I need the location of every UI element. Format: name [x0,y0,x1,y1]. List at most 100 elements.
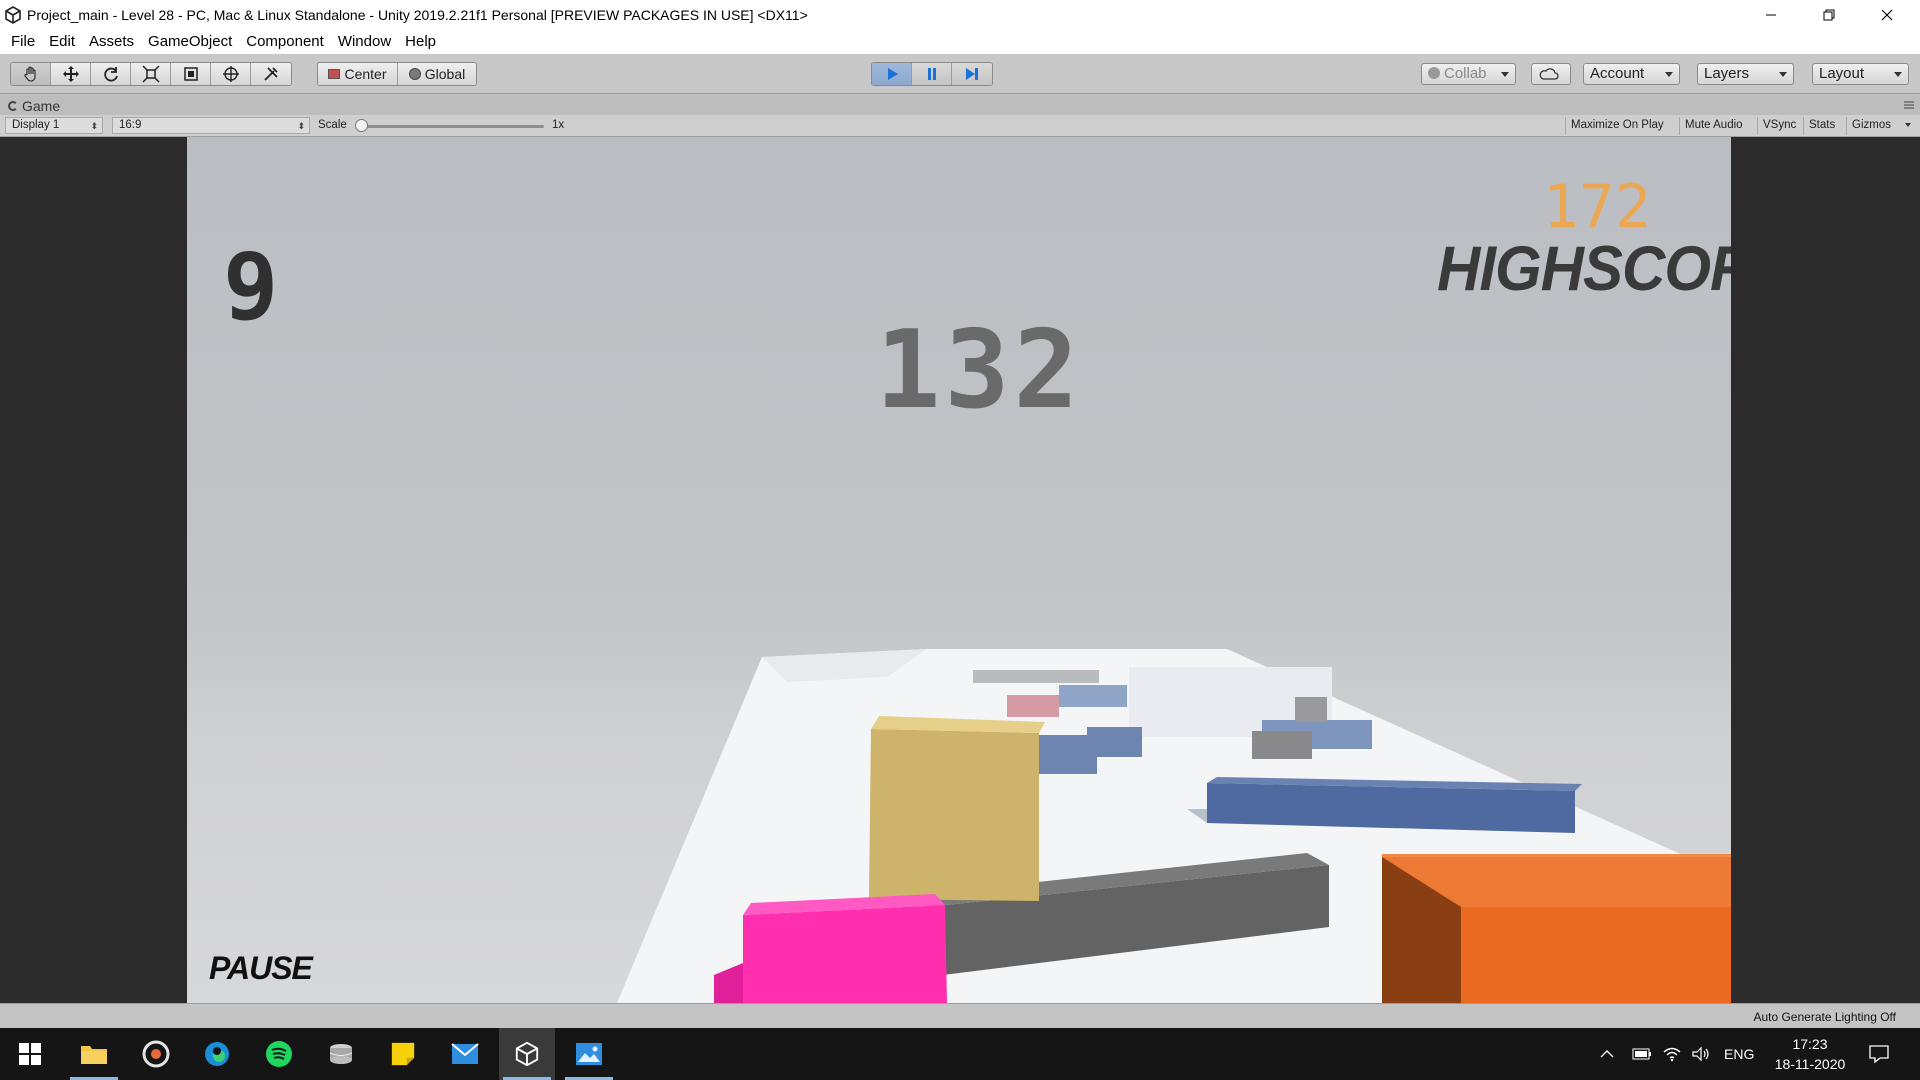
folder-icon [81,1046,107,1064]
move-icon [62,66,79,82]
pink-block [743,905,947,1003]
red-block [1007,695,1059,717]
scale-tool-button[interactable] [131,63,171,85]
check-icon [1428,67,1440,79]
cloud-button[interactable] [1531,63,1571,85]
taskbar-storage-app[interactable] [313,1028,369,1080]
display-select[interactable]: Display 1 ⬍ [5,117,103,134]
scale-label: Scale [318,119,347,131]
gizmos-toggle[interactable]: Gizmos [1846,117,1909,135]
network-tray[interactable] [1662,1028,1682,1080]
minimize-icon [1766,14,1776,16]
taskbar-clock[interactable]: 17:23 18-11-2020 [1764,1034,1856,1074]
pivot-global-toggle[interactable]: Global [398,63,476,85]
scale-icon [141,65,160,83]
step-button[interactable] [952,63,992,85]
menu-gameobject[interactable]: GameObject [141,30,239,54]
scale-slider-track[interactable] [360,125,544,128]
taskbar-mail[interactable] [437,1028,493,1080]
taskbar-unity[interactable] [499,1028,555,1080]
start-button[interactable] [2,1028,58,1080]
taskbar-photos[interactable] [561,1028,617,1080]
updown-icon: ⬍ [297,121,305,131]
pivot-center-label: Center [344,66,387,82]
pause-button[interactable] [912,63,952,85]
taskbar-sticky-notes[interactable] [375,1028,431,1080]
tab-game-label: Game [22,98,61,114]
battery-tray[interactable] [1632,1028,1652,1080]
player-cube [869,729,1039,901]
menu-assets[interactable]: Assets [82,30,141,54]
language-indicator[interactable]: ENG [1724,1028,1754,1080]
status-bar: Auto Generate Lighting Off [0,1003,1920,1028]
window-title: Project_main - Level 28 - PC, Mac & Linu… [27,7,808,23]
menu-edit[interactable]: Edit [42,30,82,54]
vsync-toggle[interactable]: VSync [1757,117,1801,135]
game-tab-bar: Game [0,95,1920,115]
scale-value: 1x [552,119,565,131]
chevron-down-icon[interactable] [1905,123,1911,127]
menu-component[interactable]: Component [239,30,331,54]
tab-menu-icon[interactable] [1904,101,1914,109]
scale-slider-handle[interactable] [355,119,368,132]
stats-toggle[interactable]: Stats [1803,117,1840,135]
pause-game-button[interactable]: PAUSE [209,952,313,984]
taskbar-edge[interactable] [189,1028,245,1080]
taskbar-spotify[interactable] [251,1028,307,1080]
taskbar-file-explorer[interactable] [66,1028,122,1080]
play-button[interactable] [872,63,912,85]
menu-file[interactable]: File [4,30,42,54]
show-hidden-icons-button[interactable] [1600,1028,1614,1080]
chevron-down-icon [1779,72,1787,77]
play-icon [887,68,898,80]
hud-highscore-label: HIGHSCORE [1437,233,1731,304]
main-toolbar: Center Global Collab Account Layers Layo… [0,54,1920,94]
unity-logo-icon [5,6,21,24]
menu-help[interactable]: Help [398,30,443,54]
close-icon [1881,9,1893,21]
restore-button[interactable] [1800,0,1858,30]
close-button[interactable] [1858,0,1916,30]
custom-tool-button[interactable] [251,63,291,85]
far-gray-block [973,670,1099,683]
transform-tool-button[interactable] [211,63,251,85]
chevron-down-icon [1894,72,1902,77]
rect-tool-button[interactable] [171,63,211,85]
tab-game[interactable]: Game [8,97,60,115]
clock-time: 17:23 [1792,1036,1828,1052]
display-select-value: Display 1 [12,119,60,131]
pause-icon [927,68,936,80]
blue-block-mid [1087,727,1142,757]
photos-icon [576,1043,602,1065]
maximize-on-play-toggle[interactable]: Maximize On Play [1565,117,1669,135]
taskbar: ENG 17:23 18-11-2020 [0,1028,1920,1080]
gray-block-far [1295,697,1327,722]
rotate-tool-button[interactable] [91,63,131,85]
notification-icon [1869,1045,1889,1064]
taskbar-media-player[interactable] [128,1028,184,1080]
layers-label: Layers [1704,65,1750,82]
pivot-toggles: Center Global [317,62,477,86]
account-dropdown[interactable]: Account [1583,63,1680,85]
layout-dropdown[interactable]: Layout [1812,63,1909,85]
move-tool-button[interactable] [51,63,91,85]
account-label: Account [1590,65,1645,82]
game-viewport[interactable]: 9 132 172 HIGHSCORE PAUSE [187,137,1731,1003]
aspect-select[interactable]: 16:9 ⬍ [112,117,310,134]
menu-window[interactable]: Window [331,30,398,54]
action-center-button[interactable] [1868,1028,1890,1080]
pivot-center-toggle[interactable]: Center [318,63,398,85]
volume-tray[interactable] [1691,1028,1711,1080]
hud-highscore-value: 172 [1542,172,1652,242]
collab-dropdown[interactable]: Collab [1421,63,1516,85]
game-letterbox-left [0,137,187,1003]
layout-label: Layout [1819,65,1865,82]
spotify-icon [266,1041,292,1067]
layers-dropdown[interactable]: Layers [1697,63,1794,85]
unity-icon [515,1041,539,1067]
mute-audio-toggle[interactable]: Mute Audio [1679,117,1748,135]
step-icon [966,68,978,80]
hand-tool-button[interactable] [11,63,51,85]
rotate-icon [103,67,118,82]
minimize-button[interactable] [1742,0,1800,30]
